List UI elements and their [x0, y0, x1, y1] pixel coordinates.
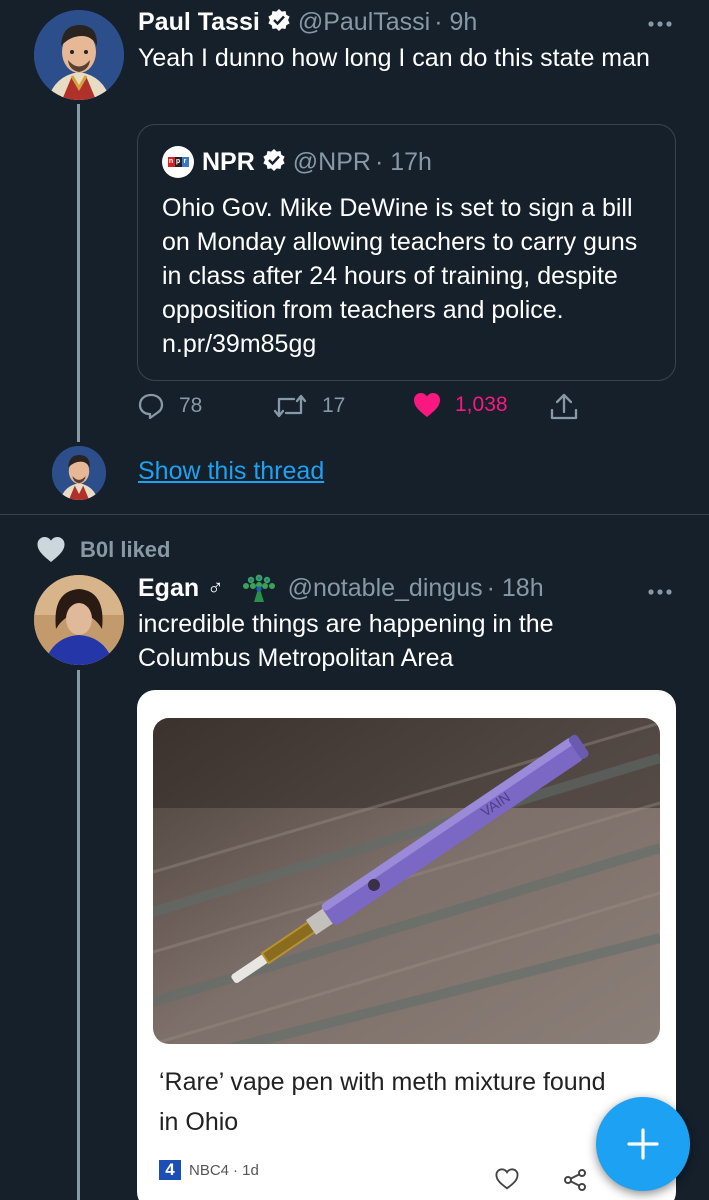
author-handle[interactable]: @notable_dingus: [288, 574, 483, 603]
like-count: 1,038: [455, 393, 508, 416]
tweet-header: Egan ♂ @notable_dingus · 18h: [138, 571, 544, 605]
card-time: · 1d: [233, 1161, 259, 1179]
tweet-text: Yeah I dunno how long I can do this stat…: [138, 44, 650, 72]
quoted-tweet-text: Ohio Gov. Mike DeWine is set to sign a b…: [162, 194, 638, 358]
avatar-paul-tassi[interactable]: [34, 10, 124, 100]
reply-button[interactable]: 78: [137, 392, 202, 420]
npr-logo-icon: n p r: [162, 146, 194, 178]
tweet-time: · 9h: [434, 7, 478, 36]
more-horizontal-icon[interactable]: [647, 4, 673, 35]
retweet-count: 17: [322, 394, 346, 417]
nbc4-logo-icon: 4: [159, 1160, 181, 1180]
retweet-button[interactable]: 17: [272, 392, 345, 420]
thread-line-top: [77, 104, 80, 442]
verified-badge-icon: [267, 8, 291, 37]
avatar-egan[interactable]: [34, 575, 124, 665]
author-handle[interactable]: @PaulTassi: [298, 8, 430, 37]
compose-tweet-button[interactable]: [596, 1097, 690, 1191]
avatar-illustration: [34, 10, 124, 100]
card-title[interactable]: ‘Rare’ vape pen with meth mixture found …: [159, 1062, 629, 1142]
heart-filled-icon: [414, 393, 440, 417]
avatar-photo: [34, 575, 124, 665]
social-context[interactable]: B0l liked: [36, 536, 170, 563]
more-horizontal-icon[interactable]: [647, 572, 673, 603]
card-share-button[interactable]: [563, 1168, 587, 1197]
tweet-divider: [0, 514, 709, 515]
male-symbol: ♂: [207, 575, 224, 600]
author-name[interactable]: Paul Tassi: [138, 8, 260, 37]
quoted-author-name: NPR: [202, 147, 255, 176]
like-button[interactable]: 1,038: [413, 392, 508, 418]
reply-count: 78: [179, 394, 203, 417]
quoted-author-handle: @NPR: [292, 147, 371, 176]
heart-filled-icon: [37, 537, 65, 562]
quoted-tweet-header: n p r NPR @NPR · 17h: [162, 145, 432, 179]
tweet-header: Paul Tassi @PaulTassi · 9h: [138, 6, 477, 38]
card-footer: 4 NBC4 · 1d: [159, 1160, 259, 1180]
attached-link-card[interactable]: VAIN ‘Rare’ vape pen with meth mixture f…: [137, 690, 676, 1200]
card-source: NBC4: [189, 1161, 230, 1179]
vape-pen-photo: VAIN: [153, 718, 660, 1044]
author-name[interactable]: Egan: [138, 574, 199, 603]
plus-icon: [627, 1128, 659, 1160]
liked-by-text: B0l liked: [80, 536, 171, 562]
share-nodes-icon: [564, 1169, 586, 1191]
heart-outline-icon: [495, 1168, 519, 1190]
share-button[interactable]: [549, 392, 593, 422]
card-image[interactable]: VAIN: [153, 718, 660, 1044]
avatar-illustration: [52, 446, 106, 500]
tweet-time: · 18h: [486, 573, 544, 602]
quoted-tweet-time: · 17h: [374, 147, 432, 176]
tweet-actions: 78 17 1,038: [137, 392, 597, 428]
quoted-tweet[interactable]: n p r NPR @NPR · 17h Ohio Gov. Mike DeWi…: [137, 124, 676, 381]
reply-icon: [138, 393, 164, 420]
share-icon: [550, 393, 578, 420]
thread-line-bottom: [77, 670, 80, 1200]
show-thread-link[interactable]: Show this thread: [138, 457, 324, 486]
card-like-button[interactable]: [495, 1168, 519, 1195]
peacock-emoji-icon: [242, 572, 276, 604]
tweet-text: incredible things are happening in the C…: [138, 610, 554, 672]
avatar-paul-tassi-small[interactable]: [52, 446, 106, 500]
verified-badge-icon: [262, 148, 286, 177]
retweet-icon: [273, 394, 307, 418]
